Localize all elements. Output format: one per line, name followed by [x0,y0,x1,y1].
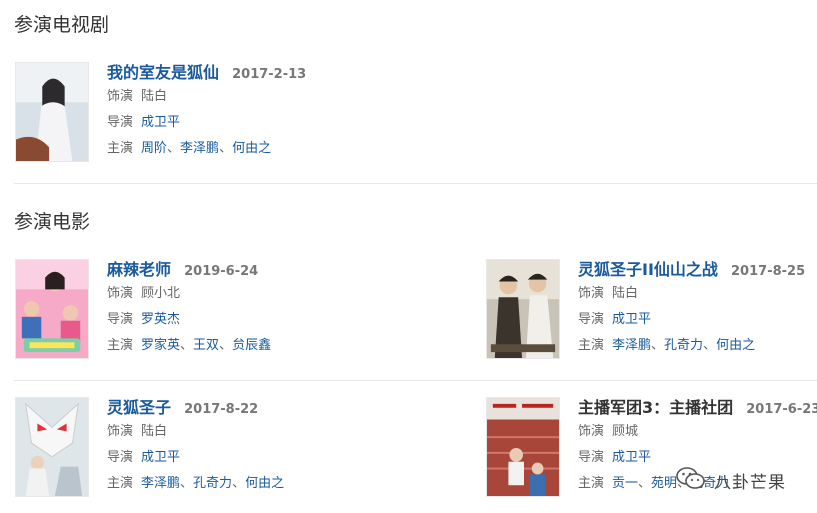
cast-link[interactable]: 周阶 [141,141,167,156]
movie-poster-image[interactable] [486,259,560,359]
cast-link[interactable]: 孔奇力 [664,338,703,353]
cast-separator: 、 [651,338,665,353]
director-link[interactable]: 罗英杰 [141,312,180,327]
director-label: 导演 [578,312,605,327]
cast-link[interactable]: 李泽鹏 [141,476,180,491]
director-label: 导演 [107,312,134,327]
role-label: 饰演 [107,89,134,104]
director-link[interactable]: 成卫平 [141,115,180,130]
director-label: 导演 [578,450,605,465]
cast-link[interactable]: 苑明 [651,476,677,491]
cast-link[interactable]: 李泽鹏 [612,338,651,353]
cast-label: 主演 [107,476,134,491]
cast-separator: 、 [219,141,233,156]
movie-title-link[interactable]: 麻辣老师 [107,260,171,279]
role-label: 饰演 [107,424,134,439]
wechat-icon [676,466,706,494]
cast-label: 主演 [107,338,134,353]
movie-title-link[interactable]: 灵狐圣子II仙山之战 [578,260,718,279]
tv-title-link[interactable]: 我的室友是狐仙 [107,63,219,82]
cast-link[interactable]: 王双 [193,338,219,353]
cast-separator: 、 [167,141,181,156]
cast-separator: 、 [232,476,246,491]
movie-date: 2019-6-24 [184,264,259,279]
watermark: 八卦芒果 [676,466,786,494]
movie-date: 2017-8-22 [184,402,259,417]
cast-link[interactable]: 罗家英 [141,338,180,353]
role-value: 陆白 [612,286,639,301]
tv-section-title: 参演电视剧 [14,14,110,36]
movie-poster-image[interactable] [15,397,89,497]
director-label: 导演 [107,450,134,465]
role-value: 顾小北 [141,286,181,301]
cast-separator: 、 [180,338,194,353]
movie-title-link[interactable]: 主播军团3：主播社团 [578,398,733,417]
watermark-text: 八卦芒果 [714,472,786,493]
role-value: 陆白 [141,424,168,439]
cast-link[interactable]: 李泽鹏 [180,141,219,156]
cast-separator: 、 [638,476,652,491]
cast-separator: 、 [703,338,717,353]
tv-date: 2017-2-13 [232,67,307,82]
cast-label: 主演 [578,338,605,353]
cast-link[interactable]: 何由之 [716,338,755,353]
role-value: 陆白 [141,89,168,104]
cast-link[interactable]: 孔奇力 [193,476,232,491]
director-link[interactable]: 成卫平 [612,450,651,465]
role-label: 饰演 [578,286,605,301]
movie-poster-image[interactable] [486,397,560,497]
role-label: 饰演 [107,286,134,301]
role-value: 顾城 [612,424,639,439]
section-divider [14,183,817,184]
cast-label: 主演 [578,476,605,491]
row-divider [14,380,817,381]
cast-label: 主演 [107,141,134,156]
movie-date: 2017-8-25 [731,264,806,279]
tv-poster-image[interactable] [15,62,89,162]
role-label: 饰演 [578,424,605,439]
cast-link[interactable]: 何由之 [232,141,271,156]
cast-link[interactable]: 贡一 [612,476,638,491]
cast-separator: 、 [219,338,233,353]
movie-poster-image[interactable] [15,259,89,359]
cast-link[interactable]: 贠辰鑫 [232,338,271,353]
director-link[interactable]: 成卫平 [141,450,180,465]
director-label: 导演 [107,115,134,130]
movie-title-link[interactable]: 灵狐圣子 [107,398,171,417]
director-link[interactable]: 成卫平 [612,312,651,327]
cast-link[interactable]: 何由之 [245,476,284,491]
cast-separator: 、 [180,476,194,491]
movie-date: 2017-6-23 [746,402,817,417]
movie-section-title: 参演电影 [14,211,91,233]
